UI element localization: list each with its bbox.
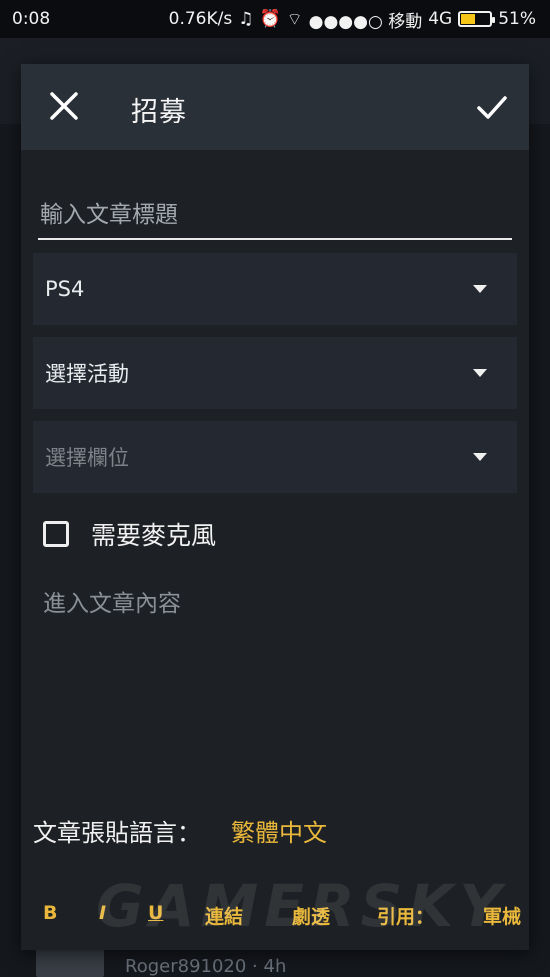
close-icon <box>50 92 78 120</box>
microphone-label: 需要麥克風 <box>91 521 217 550</box>
status-time: 0:08 <box>12 9 51 29</box>
recruit-dialog: 招募 PS4 選擇活動 選擇欄位 需要麥克風 文章張貼語言： 繁體中文 B I … <box>21 64 529 950</box>
underline-button[interactable]: U <box>148 902 163 924</box>
dialog-title: 招募 <box>131 97 187 128</box>
activity-select[interactable]: 選擇活動 <box>33 337 517 409</box>
confirm-button[interactable] <box>473 88 511 126</box>
dialog-header: 招募 <box>21 64 529 150</box>
post-title-input[interactable] <box>38 192 512 240</box>
language-select[interactable]: 繁體中文 <box>231 813 327 848</box>
spoiler-button[interactable]: 劇透 <box>292 902 330 929</box>
slot-select[interactable]: 選擇欄位 <box>33 421 517 493</box>
headphone-icon: ♫ <box>238 9 254 29</box>
slot-value: 選擇欄位 <box>45 446 129 470</box>
bold-button[interactable]: B <box>43 902 57 924</box>
alarm-icon: ⏰ <box>259 9 281 29</box>
network-type: 4G <box>428 9 453 29</box>
language-row: 文章張貼語言： 繁體中文 <box>33 812 327 848</box>
quote-button[interactable]: 引用： <box>377 902 434 929</box>
language-label: 文章張貼語言： <box>33 818 201 847</box>
status-bar: 0:08 0.76K/s ♫ ⏰ ⌔ ●●●●○ 移動 4G 51% <box>0 0 550 38</box>
status-indicators: 0.76K/s ♫ ⏰ ⌔ ●●●●○ 移動 4G 51% <box>169 7 536 32</box>
battery-icon <box>458 11 496 27</box>
background-username: Roger891020 · 4h <box>125 956 287 977</box>
gear-link-button[interactable]: 軍械 <box>483 902 521 929</box>
dropdown-arrow-icon <box>473 453 487 461</box>
battery-percent: 51% <box>498 9 536 29</box>
wifi-icon: ⌔ <box>286 9 303 30</box>
activity-value: 選擇活動 <box>45 362 129 386</box>
microphone-option[interactable]: 需要麥克風 <box>43 515 216 553</box>
link-button[interactable]: 連結 <box>205 902 243 929</box>
carrier: ●●●●○ 移動 <box>308 11 423 32</box>
italic-button[interactable]: I <box>99 902 106 924</box>
format-toolbar: B I U 連結 劇透 引用： 軍械 <box>21 894 529 934</box>
platform-select[interactable]: PS4 <box>33 253 517 325</box>
battery-fill <box>461 14 476 24</box>
check-icon <box>477 96 507 119</box>
dropdown-arrow-icon <box>473 369 487 377</box>
close-button[interactable] <box>47 89 81 123</box>
microphone-checkbox[interactable] <box>43 521 69 547</box>
dropdown-arrow-icon <box>473 285 487 293</box>
net-speed: 0.76K/s <box>168 9 233 29</box>
post-content-input[interactable] <box>43 584 507 804</box>
platform-value: PS4 <box>45 277 85 301</box>
